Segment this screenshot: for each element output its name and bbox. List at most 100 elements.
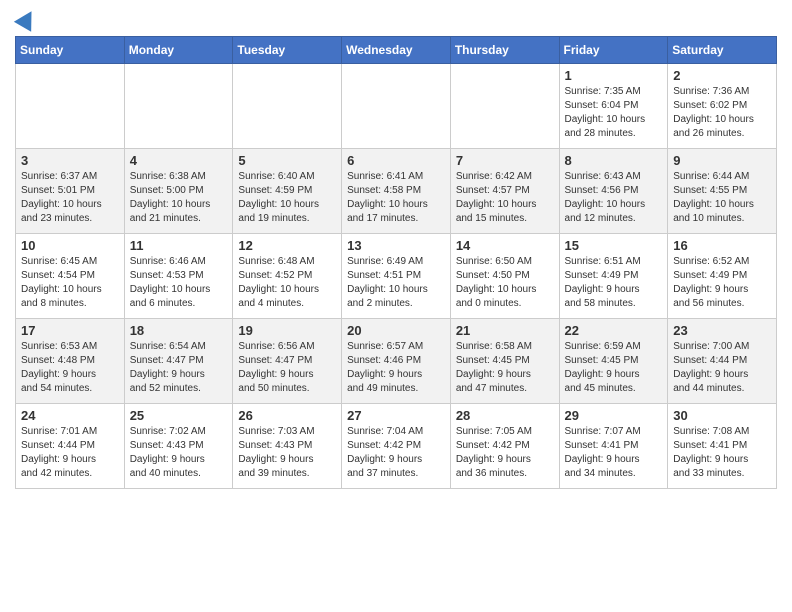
- weekday-header-thursday: Thursday: [450, 37, 559, 64]
- calendar-cell: 16 Sunrise: 6:52 AM Sunset: 4:49 PM Dayli…: [668, 234, 777, 319]
- calendar-cell: 26 Sunrise: 7:03 AM Sunset: 4:43 PM Dayli…: [233, 404, 342, 489]
- weekday-header-tuesday: Tuesday: [233, 37, 342, 64]
- day-number: 16: [673, 238, 771, 253]
- calendar-cell: 27 Sunrise: 7:04 AM Sunset: 4:42 PM Dayli…: [342, 404, 451, 489]
- day-info: Sunrise: 6:52 AM Sunset: 4:49 PM Dayligh…: [673, 255, 771, 311]
- day-info: Sunrise: 6:45 AM Sunset: 4:54 PM Dayligh…: [21, 255, 119, 311]
- day-info: Sunrise: 6:51 AM Sunset: 4:49 PM Dayligh…: [565, 255, 663, 311]
- calendar-cell: 9 Sunrise: 6:44 AM Sunset: 4:55 PM Daylig…: [668, 149, 777, 234]
- calendar-cell: 12Sunrise: 6:48 AM Sunset: 4:52 PM Dayli…: [233, 234, 342, 319]
- day-info: Sunrise: 7:03 AM Sunset: 4:43 PM Dayligh…: [238, 425, 336, 481]
- day-number: 12: [238, 238, 336, 253]
- day-info: Sunrise: 7:04 AM Sunset: 4:42 PM Dayligh…: [347, 425, 445, 481]
- day-info: Sunrise: 6:54 AM Sunset: 4:47 PM Dayligh…: [130, 340, 228, 396]
- calendar-cell: 8 Sunrise: 6:43 AM Sunset: 4:56 PM Daylig…: [559, 149, 668, 234]
- calendar-table: SundayMondayTuesdayWednesdayThursdayFrid…: [15, 36, 777, 489]
- day-info: Sunrise: 6:44 AM Sunset: 4:55 PM Dayligh…: [673, 170, 771, 226]
- day-number: 7: [456, 153, 554, 168]
- day-info: Sunrise: 6:57 AM Sunset: 4:46 PM Dayligh…: [347, 340, 445, 396]
- day-number: 9: [673, 153, 771, 168]
- calendar-cell: 2 Sunrise: 7:36 AM Sunset: 6:02 PM Daylig…: [668, 64, 777, 149]
- day-number: 4: [130, 153, 228, 168]
- calendar-week-1: 1Sunrise: 7:35 AM Sunset: 6:04 PM Daylig…: [16, 64, 777, 149]
- day-number: 15: [565, 238, 663, 253]
- day-number: 10: [21, 238, 119, 253]
- day-info: Sunrise: 6:40 AM Sunset: 4:59 PM Dayligh…: [238, 170, 336, 226]
- logo: [15, 10, 37, 28]
- day-number: 6: [347, 153, 445, 168]
- day-info: Sunrise: 6:50 AM Sunset: 4:50 PM Dayligh…: [456, 255, 554, 311]
- day-info: Sunrise: 7:01 AM Sunset: 4:44 PM Dayligh…: [21, 425, 119, 481]
- day-number: 29: [565, 408, 663, 423]
- day-info: Sunrise: 6:59 AM Sunset: 4:45 PM Dayligh…: [565, 340, 663, 396]
- day-number: 18: [130, 323, 228, 338]
- day-number: 21: [456, 323, 554, 338]
- day-number: 27: [347, 408, 445, 423]
- day-info: Sunrise: 7:08 AM Sunset: 4:41 PM Dayligh…: [673, 425, 771, 481]
- calendar-cell: 20 Sunrise: 6:57 AM Sunset: 4:46 PM Dayli…: [342, 319, 451, 404]
- day-number: 23: [673, 323, 771, 338]
- day-info: Sunrise: 6:56 AM Sunset: 4:47 PM Dayligh…: [238, 340, 336, 396]
- day-number: 19: [238, 323, 336, 338]
- page-header: [15, 10, 777, 28]
- day-number: 20: [347, 323, 445, 338]
- calendar-cell: 18 Sunrise: 6:54 AM Sunset: 4:47 PM Dayli…: [124, 319, 233, 404]
- calendar-cell: 1Sunrise: 7:35 AM Sunset: 6:04 PM Daylig…: [559, 64, 668, 149]
- day-info: Sunrise: 7:05 AM Sunset: 4:42 PM Dayligh…: [456, 425, 554, 481]
- day-number: 24: [21, 408, 119, 423]
- day-number: 2: [673, 68, 771, 83]
- calendar-cell: 6 Sunrise: 6:41 AM Sunset: 4:58 PM Daylig…: [342, 149, 451, 234]
- day-info: Sunrise: 6:46 AM Sunset: 4:53 PM Dayligh…: [130, 255, 228, 311]
- day-number: 28: [456, 408, 554, 423]
- calendar-body: 1Sunrise: 7:35 AM Sunset: 6:04 PM Daylig…: [16, 64, 777, 489]
- weekday-header-wednesday: Wednesday: [342, 37, 451, 64]
- calendar-cell: 19 Sunrise: 6:56 AM Sunset: 4:47 PM Dayli…: [233, 319, 342, 404]
- calendar-cell: 5 Sunrise: 6:40 AM Sunset: 4:59 PM Daylig…: [233, 149, 342, 234]
- calendar-week-4: 17Sunrise: 6:53 AM Sunset: 4:48 PM Dayli…: [16, 319, 777, 404]
- calendar-cell: 4Sunrise: 6:38 AM Sunset: 5:00 PM Daylig…: [124, 149, 233, 234]
- day-number: 26: [238, 408, 336, 423]
- day-number: 8: [565, 153, 663, 168]
- day-info: Sunrise: 7:35 AM Sunset: 6:04 PM Dayligh…: [565, 85, 663, 141]
- calendar-cell: 25Sunrise: 7:02 AM Sunset: 4:43 PM Dayli…: [124, 404, 233, 489]
- calendar-cell: 17Sunrise: 6:53 AM Sunset: 4:48 PM Dayli…: [16, 319, 125, 404]
- day-number: 14: [456, 238, 554, 253]
- weekday-header-friday: Friday: [559, 37, 668, 64]
- day-info: Sunrise: 6:58 AM Sunset: 4:45 PM Dayligh…: [456, 340, 554, 396]
- day-number: 30: [673, 408, 771, 423]
- calendar-cell: 28 Sunrise: 7:05 AM Sunset: 4:42 PM Dayli…: [450, 404, 559, 489]
- weekday-header-row: SundayMondayTuesdayWednesdayThursdayFrid…: [16, 37, 777, 64]
- calendar-week-3: 10 Sunrise: 6:45 AM Sunset: 4:54 PM Dayli…: [16, 234, 777, 319]
- day-info: Sunrise: 6:53 AM Sunset: 4:48 PM Dayligh…: [21, 340, 119, 396]
- weekday-header-sunday: Sunday: [16, 37, 125, 64]
- day-info: Sunrise: 6:37 AM Sunset: 5:01 PM Dayligh…: [21, 170, 119, 226]
- calendar-week-2: 3 Sunrise: 6:37 AM Sunset: 5:01 PM Daylig…: [16, 149, 777, 234]
- calendar-cell: [342, 64, 451, 149]
- day-number: 3: [21, 153, 119, 168]
- day-number: 5: [238, 153, 336, 168]
- day-number: 13: [347, 238, 445, 253]
- calendar-cell: 3 Sunrise: 6:37 AM Sunset: 5:01 PM Daylig…: [16, 149, 125, 234]
- calendar-cell: 30 Sunrise: 7:08 AM Sunset: 4:41 PM Dayli…: [668, 404, 777, 489]
- logo-triangle-icon: [14, 6, 40, 32]
- calendar-cell: 7 Sunrise: 6:42 AM Sunset: 4:57 PM Daylig…: [450, 149, 559, 234]
- day-info: Sunrise: 7:00 AM Sunset: 4:44 PM Dayligh…: [673, 340, 771, 396]
- day-info: Sunrise: 7:36 AM Sunset: 6:02 PM Dayligh…: [673, 85, 771, 141]
- calendar-cell: 21 Sunrise: 6:58 AM Sunset: 4:45 PM Dayli…: [450, 319, 559, 404]
- calendar-week-5: 24 Sunrise: 7:01 AM Sunset: 4:44 PM Dayli…: [16, 404, 777, 489]
- calendar-cell: [16, 64, 125, 149]
- calendar-cell: 11Sunrise: 6:46 AM Sunset: 4:53 PM Dayli…: [124, 234, 233, 319]
- calendar-cell: [233, 64, 342, 149]
- calendar-cell: 15 Sunrise: 6:51 AM Sunset: 4:49 PM Dayli…: [559, 234, 668, 319]
- day-info: Sunrise: 7:02 AM Sunset: 4:43 PM Dayligh…: [130, 425, 228, 481]
- calendar-cell: 23 Sunrise: 7:00 AM Sunset: 4:44 PM Dayli…: [668, 319, 777, 404]
- day-info: Sunrise: 6:41 AM Sunset: 4:58 PM Dayligh…: [347, 170, 445, 226]
- day-info: Sunrise: 7:07 AM Sunset: 4:41 PM Dayligh…: [565, 425, 663, 481]
- weekday-header-monday: Monday: [124, 37, 233, 64]
- day-info: Sunrise: 6:42 AM Sunset: 4:57 PM Dayligh…: [456, 170, 554, 226]
- calendar-cell: [124, 64, 233, 149]
- calendar-header: SundayMondayTuesdayWednesdayThursdayFrid…: [16, 37, 777, 64]
- day-info: Sunrise: 6:43 AM Sunset: 4:56 PM Dayligh…: [565, 170, 663, 226]
- calendar-cell: 29 Sunrise: 7:07 AM Sunset: 4:41 PM Dayli…: [559, 404, 668, 489]
- page-container: SundayMondayTuesdayWednesdayThursdayFrid…: [0, 0, 792, 499]
